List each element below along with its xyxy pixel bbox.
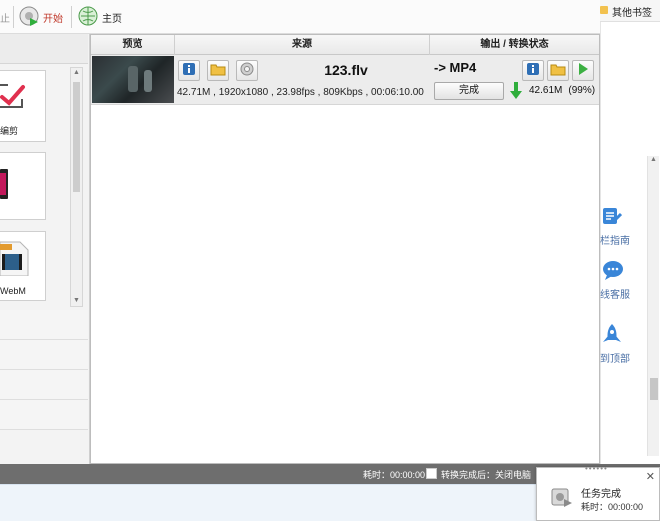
webm-file-icon — [0, 240, 30, 279]
info-icon — [182, 62, 196, 79]
other-bookmarks[interactable]: 其他书签 — [600, 0, 660, 22]
guide-icon — [602, 206, 623, 226]
stop-label: 止 — [0, 13, 10, 25]
start-button[interactable]: 开始 — [18, 5, 63, 29]
side-link-label: 栏指南 — [600, 236, 630, 247]
output-size-value: 42.61M — [529, 85, 563, 96]
task-row[interactable]: 123.flv 42.71M , 1920x1080 , 23.98fps , … — [91, 55, 599, 105]
task-list: 预览 来源 输出 / 转换状态 123.flv 42.71M , 1920x10… — [90, 34, 600, 464]
phone-icon — [0, 169, 10, 202]
video-thumbnail[interactable] — [92, 56, 174, 103]
scroll-up-icon[interactable]: ▲ — [649, 156, 658, 166]
edit-check-icon — [0, 81, 26, 114]
bookmark-folder-icon — [600, 6, 608, 14]
folder-icon — [210, 62, 226, 79]
column-source[interactable]: 来源 — [175, 35, 430, 55]
play-icon — [576, 62, 590, 79]
source-file-info: 42.71M , 1920x1080 , 23.98fps , 809Kbps … — [177, 87, 424, 98]
toolbar-divider — [13, 6, 14, 28]
output-info-button[interactable] — [522, 60, 544, 81]
category-row[interactable] — [0, 340, 88, 370]
source-folder-button[interactable] — [207, 60, 229, 81]
preset-panel-header — [0, 34, 88, 64]
down-arrow-icon — [509, 82, 523, 100]
thumbnail-figure — [144, 70, 152, 92]
chat-icon — [602, 260, 623, 280]
notification-time: 耗时：00:00:00 — [581, 502, 644, 512]
preset-edit[interactable]: 编剪 — [0, 70, 46, 142]
task-list-header: 预览 来源 输出 / 转换状态 — [91, 35, 599, 55]
output-format: -> MP4 — [434, 60, 477, 75]
preset-webm[interactable]: WebM — [0, 231, 46, 301]
start-label: 开始 — [43, 13, 63, 25]
info-icon — [526, 62, 540, 79]
category-row[interactable] — [0, 310, 88, 340]
rocket-icon — [602, 324, 622, 344]
column-output-status[interactable]: 输出 / 转换状态 — [430, 35, 599, 55]
output-size: 42.61M (99%) — [529, 85, 595, 96]
status-done-button[interactable]: 完成 — [434, 82, 504, 100]
elapsed-time: 耗时：00:00:00 — [363, 470, 426, 480]
source-info-button[interactable] — [178, 60, 200, 81]
globe-icon — [77, 5, 99, 30]
column-preview[interactable]: 预览 — [91, 35, 175, 55]
shutdown-after-convert-label: 转换完成后：关闭电脑 — [441, 470, 532, 480]
task-complete-notification[interactable]: •••••• ✕ 任务完成 耗时：00:00:00 — [536, 464, 660, 521]
start-icon — [18, 5, 40, 30]
preset-scrollbar[interactable]: ▲ ▼ — [70, 67, 83, 307]
toolbar: 止 开始 主页 — [0, 0, 600, 34]
drag-handle[interactable]: •••••• — [585, 464, 608, 473]
folder-icon — [550, 62, 566, 79]
scroll-down-icon[interactable]: ▼ — [72, 296, 81, 306]
scroll-thumb[interactable] — [73, 82, 80, 192]
category-row[interactable] — [0, 370, 88, 400]
toolbar-divider — [71, 6, 72, 28]
home-button[interactable]: 主页 — [77, 5, 122, 29]
side-link-label: 线客服 — [600, 290, 630, 301]
close-icon[interactable]: ✕ — [646, 470, 655, 483]
shutdown-checkbox[interactable] — [426, 468, 437, 479]
play-output-button[interactable] — [572, 60, 594, 81]
preset-label: WebM — [0, 286, 26, 296]
thumbnail-figure — [128, 66, 138, 92]
scroll-thumb[interactable] — [650, 378, 658, 400]
notification-title: 任务完成 — [581, 489, 621, 500]
source-settings-button[interactable] — [236, 60, 258, 81]
bookmarks-label: 其他书签 — [612, 8, 652, 19]
source-filename: 123.flv — [324, 62, 368, 78]
output-percent: (99%) — [568, 85, 596, 96]
home-label: 主页 — [102, 13, 122, 25]
scroll-up-icon[interactable]: ▲ — [72, 68, 81, 78]
output-folder-button[interactable] — [547, 60, 569, 81]
preset-device[interactable] — [0, 152, 46, 220]
stop-button[interactable]: 止 — [0, 5, 12, 29]
side-link-label: 到顶部 — [600, 354, 630, 365]
preset-label: 编剪 — [0, 126, 19, 136]
category-row[interactable] — [0, 400, 88, 430]
preset-panel: 编剪 WebM ▲ ▼ — [0, 34, 90, 464]
app-icon — [550, 485, 574, 509]
browser-scrollbar[interactable]: ▲ — [647, 156, 659, 456]
gear-icon — [240, 62, 254, 79]
